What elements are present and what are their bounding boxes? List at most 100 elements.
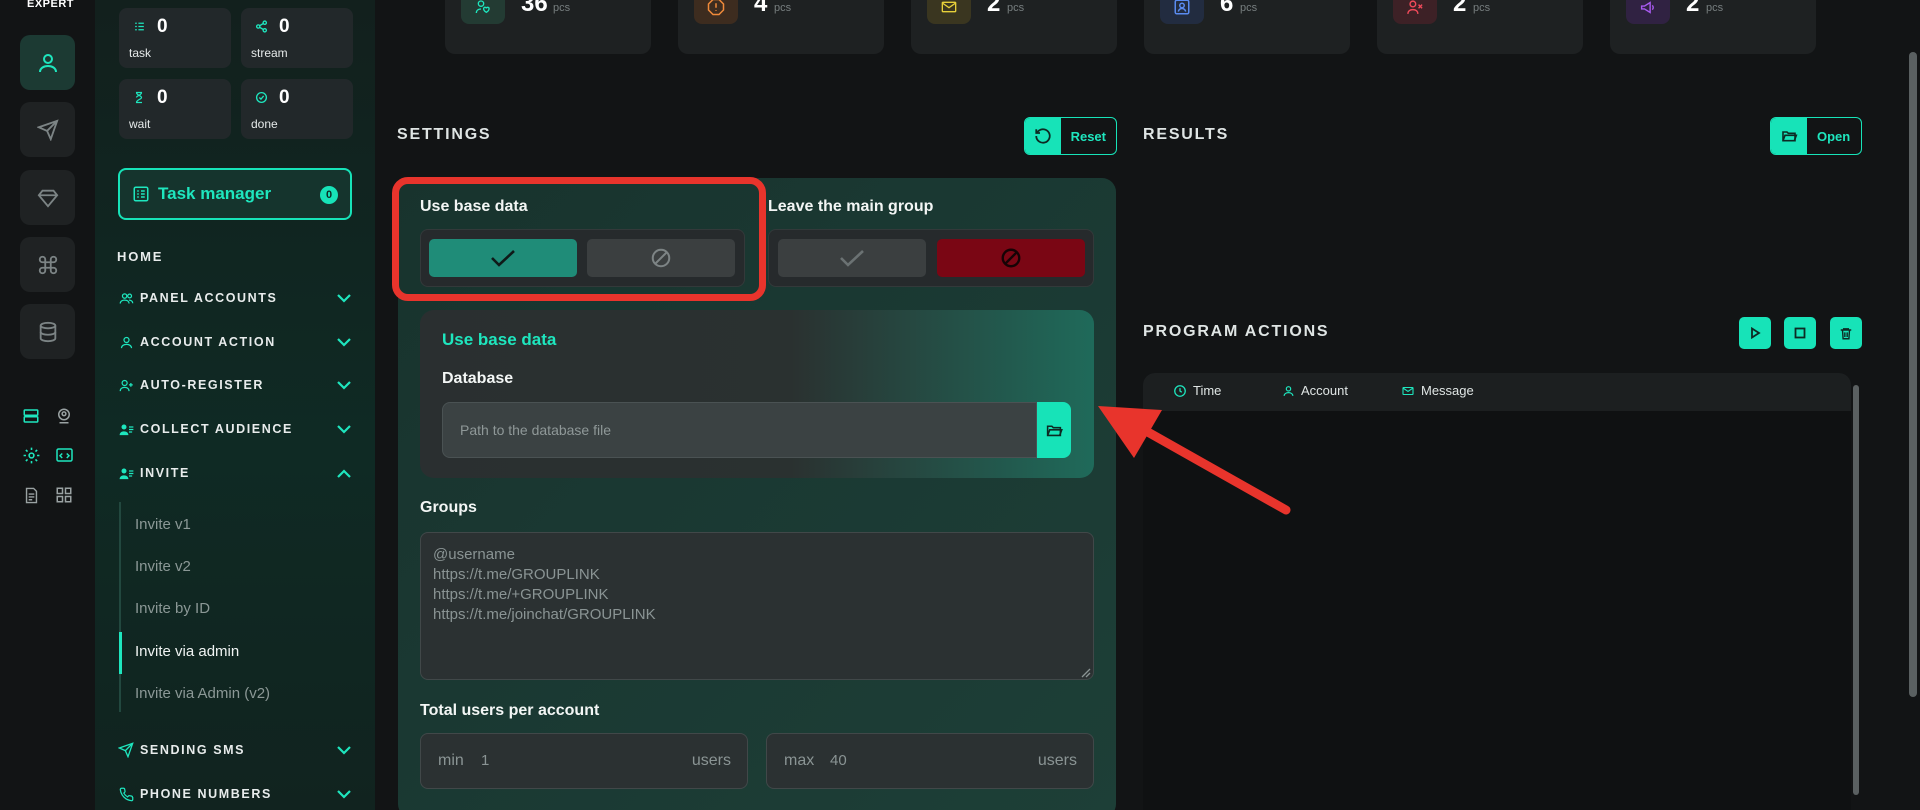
- start-button[interactable]: [1739, 317, 1771, 349]
- task-manager-icon: [133, 186, 149, 202]
- settings-icon: [23, 447, 39, 463]
- nav-collect-audience[interactable]: COLLECT AUDIENCE: [117, 417, 353, 441]
- megaphone-icon: [1626, 0, 1670, 24]
- min-key: min: [438, 752, 464, 769]
- share-icon: [253, 18, 269, 34]
- apps-icon: [56, 487, 72, 503]
- server-list-icon: [23, 409, 39, 423]
- log-column-label: Message: [1421, 383, 1474, 398]
- hourglass-icon: [131, 89, 147, 105]
- nav-home[interactable]: HOME: [117, 249, 163, 264]
- reset-button[interactable]: Reset: [1024, 117, 1117, 155]
- nav-invite[interactable]: INVITE: [117, 461, 353, 485]
- rail-apps-button[interactable]: [52, 483, 76, 507]
- stat-task-label: task: [129, 46, 152, 60]
- top-stat-value: 2: [987, 0, 1001, 17]
- diamond-icon: [37, 189, 58, 208]
- stat-done-label: done: [251, 117, 278, 131]
- log-column-message: Message: [1401, 383, 1474, 398]
- user-x-icon: [1393, 0, 1437, 24]
- stat-wait-value: 0: [157, 87, 168, 108]
- clear-log-button[interactable]: [1830, 317, 1862, 349]
- top-stat-banned: 2 pcs: [1377, 0, 1583, 54]
- open-results-button[interactable]: Open: [1770, 117, 1862, 155]
- submenu-invite-by-id[interactable]: Invite by ID: [135, 600, 210, 617]
- leave-main-group-yes-button[interactable]: [778, 239, 926, 277]
- users-icon: [117, 289, 135, 307]
- open-label: Open: [1817, 128, 1851, 144]
- refresh-icon: [1025, 118, 1061, 154]
- top-stat-contacts: 6 pcs: [1144, 0, 1350, 54]
- nav-label: SENDING SMS: [140, 743, 246, 757]
- nav-account-action[interactable]: ACCOUNT ACTION: [117, 330, 353, 354]
- users-per-account-label: Total users per account: [420, 702, 600, 719]
- highlight-annotation-box: [392, 177, 766, 301]
- user-icon: [1281, 384, 1295, 398]
- chevron-down-icon[interactable]: [335, 741, 353, 759]
- chevron-down-icon[interactable]: [335, 376, 353, 394]
- rail-accounts-button[interactable]: [20, 35, 75, 90]
- rail-send-button[interactable]: [20, 102, 75, 157]
- leave-main-group-no-button[interactable]: [937, 239, 1085, 277]
- min-users-input[interactable]: min 1 users: [420, 733, 748, 789]
- top-stat-value: 6: [1220, 0, 1234, 17]
- chevron-up-icon[interactable]: [335, 464, 353, 482]
- phone-icon: [117, 785, 135, 803]
- rail-code-button[interactable]: [52, 443, 76, 467]
- log-scrollbar[interactable]: [1853, 385, 1859, 795]
- stat-task-value: 0: [157, 16, 168, 37]
- submenu-invite-via-admin-v2[interactable]: Invite via Admin (v2): [135, 685, 270, 702]
- nav-auto-register[interactable]: AUTO-REGISTER: [117, 373, 353, 397]
- database-label: Database: [442, 370, 514, 387]
- top-stat-value: 2: [1453, 0, 1467, 17]
- log-column-label: Time: [1193, 383, 1222, 398]
- stat-done-value: 0: [279, 87, 290, 108]
- sidebar: 0 task 0 stream 0 wait 0 done Task manag…: [95, 0, 375, 810]
- max-users-input[interactable]: max 40 users: [766, 733, 1094, 789]
- chevron-down-icon[interactable]: [335, 420, 353, 438]
- stop-button[interactable]: [1784, 317, 1816, 349]
- rail-report-button[interactable]: [19, 483, 43, 507]
- rail-database-button[interactable]: [20, 304, 75, 359]
- nav-phone-numbers[interactable]: PHONE NUMBERS: [117, 782, 353, 806]
- app-root: EXPERT 0 task 0 stream 0 wait 0 done Tas…: [0, 0, 1920, 810]
- nav-label: COLLECT AUDIENCE: [140, 422, 293, 436]
- page-scrollbar[interactable]: [1909, 52, 1917, 697]
- warning-icon: [694, 0, 738, 24]
- chevron-down-icon[interactable]: [335, 289, 353, 307]
- rail-settings-button[interactable]: [19, 443, 43, 467]
- database-icon: [39, 321, 56, 342]
- min-value: 1: [481, 752, 490, 769]
- top-stat-warnings: 4 pcs: [678, 0, 884, 54]
- nav-panel-accounts[interactable]: PANEL ACCOUNTS: [117, 286, 353, 310]
- top-stat-unit: pcs: [1473, 2, 1491, 14]
- leave-main-group-title: Leave the main group: [768, 198, 934, 215]
- submenu-line: [119, 502, 121, 712]
- submenu-invite-via-admin[interactable]: Invite via admin: [135, 643, 239, 660]
- command-icon: [38, 255, 57, 274]
- nav-sending-sms[interactable]: SENDING SMS: [117, 738, 353, 762]
- nav-label: PHONE NUMBERS: [140, 787, 272, 801]
- settings-title: SETTINGS: [397, 126, 492, 143]
- groups-textarea[interactable]: @username https://t.me/GROUPLINK https:/…: [420, 532, 1094, 680]
- rail-premium-button[interactable]: [20, 170, 75, 225]
- user-list-icon: [117, 464, 135, 482]
- chevron-down-icon[interactable]: [335, 785, 353, 803]
- min-unit: users: [691, 752, 731, 769]
- stat-stream: 0 stream: [241, 8, 353, 68]
- database-card-heading: Use base data: [442, 330, 557, 349]
- chevron-down-icon[interactable]: [335, 333, 353, 351]
- stop-icon: [1794, 327, 1806, 339]
- submenu-invite-v1[interactable]: Invite v1: [135, 516, 191, 533]
- task-manager-count: 0: [320, 186, 338, 204]
- submenu-invite-v2[interactable]: Invite v2: [135, 558, 191, 575]
- rail-command-button[interactable]: [20, 237, 75, 292]
- top-stat-unit: pcs: [1007, 2, 1025, 14]
- resize-grip-icon[interactable]: [1081, 668, 1091, 678]
- mail-icon: [927, 0, 971, 24]
- task-manager-button[interactable]: Task manager 0: [118, 168, 352, 220]
- rail-servers-button[interactable]: [19, 404, 43, 428]
- browse-database-button[interactable]: [1037, 402, 1071, 458]
- rail-account-pin-button[interactable]: [52, 404, 76, 428]
- database-path-input[interactable]: Path to the database file: [442, 402, 1037, 458]
